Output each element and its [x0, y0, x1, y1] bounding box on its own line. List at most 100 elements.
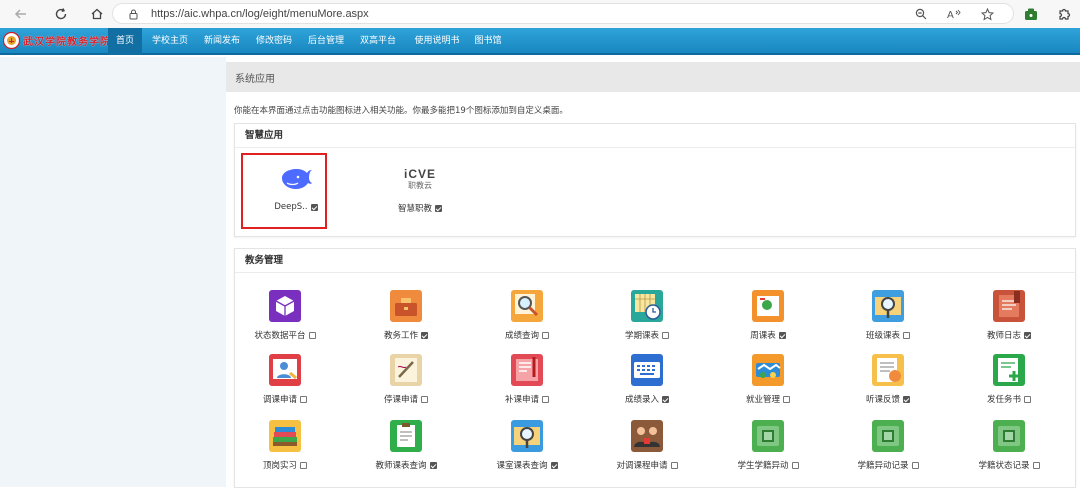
icve-logo-subtext: 职教云 — [408, 180, 432, 190]
status-folder-icon[interactable] — [992, 419, 1026, 453]
browser-toolbar: https://aic.whpa.cn/log/eight/menuMore.a… — [0, 0, 1080, 28]
add-to-desktop-checkbox[interactable] — [911, 461, 919, 469]
tile-person-swap[interactable]: 调课申请 — [240, 353, 330, 405]
tile-label: 停课申请 — [383, 395, 418, 405]
keyboard-icon[interactable] — [630, 353, 664, 387]
nav-change-password[interactable]: 修改密码 — [252, 28, 296, 55]
tile-calendar-clock[interactable]: 学期课表 — [602, 289, 692, 341]
add-to-desktop-checkbox[interactable] — [783, 395, 790, 403]
person-swap-icon[interactable] — [268, 353, 302, 387]
nav-double-high-platform[interactable]: 双高平台 — [356, 28, 400, 55]
add-to-desktop-checkbox[interactable] — [421, 331, 428, 339]
add-to-desktop-checkbox[interactable] — [670, 461, 678, 469]
cube-icon[interactable] — [268, 289, 302, 323]
school-logo[interactable]: 武汉学院教务学院 — [3, 32, 111, 49]
add-to-desktop-checkbox[interactable] — [435, 204, 442, 212]
nav-news-release[interactable]: 新闻发布 — [200, 28, 244, 55]
magnifier-icon[interactable] — [510, 289, 544, 323]
feedback-doc-icon[interactable] — [871, 353, 905, 387]
refresh-icon — [55, 8, 67, 20]
favorite-star-icon[interactable] — [979, 6, 995, 22]
extensions-puzzle-icon[interactable] — [1054, 4, 1074, 24]
nav-library[interactable]: 图书馆 — [470, 28, 506, 55]
tile-label: 状态数据平台 — [254, 331, 306, 341]
add-to-desktop-checkbox[interactable] — [903, 331, 910, 339]
tile-week-schedule[interactable]: 周课表 — [723, 289, 813, 341]
tile-journal[interactable]: 教师日志 — [964, 289, 1054, 341]
tile-feedback-doc[interactable]: 听课反馈 — [843, 353, 933, 405]
add-to-desktop-checkbox[interactable] — [1032, 461, 1040, 469]
tile-label: 智慧职教 — [397, 204, 432, 214]
tile-student-folder[interactable]: 学生学籍异动 — [723, 419, 813, 471]
student-folder-icon[interactable] — [751, 419, 785, 453]
handshake-icon[interactable] — [751, 353, 785, 387]
add-to-desktop-checkbox[interactable] — [791, 461, 799, 469]
record-folder-icon[interactable] — [871, 419, 905, 453]
add-to-desktop-checkbox[interactable] — [308, 331, 316, 339]
add-to-desktop-checkbox[interactable] — [300, 395, 307, 403]
doc-plus-icon[interactable] — [992, 353, 1026, 387]
add-to-desktop-checkbox[interactable] — [550, 461, 558, 469]
tile-pen-paper[interactable]: 停课申请 — [361, 353, 451, 405]
tile-status-folder[interactable]: 学籍状态记录 — [964, 419, 1054, 471]
add-to-desktop-checkbox[interactable] — [421, 395, 428, 403]
add-to-desktop-checkbox[interactable] — [300, 461, 307, 469]
main-content: 系统应用 你能在本界面通过点击功能图标进入相关功能。你最多能把19个图标添加到自… — [226, 57, 1080, 488]
tile-people-swap[interactable]: 对调课程申请 — [602, 419, 692, 471]
tile-magnifier[interactable]: 成绩查询 — [482, 289, 572, 341]
nav-user-manual[interactable]: 使用说明书 — [410, 28, 464, 55]
highlight-annotation-box — [241, 153, 327, 229]
smart-apps-header: 智慧应用 — [235, 124, 1075, 148]
back-button[interactable] — [9, 2, 33, 26]
book-red-icon[interactable] — [510, 353, 544, 387]
add-to-desktop-checkbox[interactable] — [903, 395, 910, 403]
nav-school-homepage[interactable]: 学校主页 — [148, 28, 192, 55]
add-to-desktop-checkbox[interactable] — [1024, 331, 1031, 339]
tile-search-map[interactable]: 班级课表 — [843, 289, 933, 341]
refresh-button[interactable] — [49, 2, 73, 26]
icve-logo-icon[interactable]: iCVE 职教云 — [398, 162, 442, 196]
people-swap-icon[interactable] — [630, 419, 664, 453]
pen-paper-icon[interactable] — [389, 353, 423, 387]
add-to-desktop-checkbox[interactable] — [778, 331, 786, 339]
smart-apps-panel: 智慧应用 DeepS.. iCVE 职教云 智慧职教 — [234, 123, 1076, 237]
add-to-desktop-checkbox[interactable] — [542, 331, 549, 339]
tile-record-folder[interactable]: 学籍异动记录 — [843, 419, 933, 471]
app-navigation-bar: 武汉学院教务学院 首页 学校主页 新闻发布 修改密码 后台管理 双高平台 使用说… — [0, 28, 1080, 55]
read-aloud-icon[interactable]: A — [946, 6, 962, 22]
tile-smart-vocational-edu[interactable]: iCVE 职教云 智慧职教 — [375, 162, 465, 214]
tile-cube[interactable]: 状态数据平台 — [240, 289, 330, 341]
tile-keyboard[interactable]: 成绩录入 — [602, 353, 692, 405]
site-info-icon[interactable] — [125, 6, 141, 22]
tile-doc-plus[interactable]: 发任务书 — [964, 353, 1054, 405]
calendar-clock-icon[interactable] — [630, 289, 664, 323]
tile-handshake[interactable]: 就业管理 — [723, 353, 813, 405]
tile-books-stack[interactable]: 顶岗实习 — [240, 419, 330, 471]
room-search-icon[interactable] — [510, 419, 544, 453]
nav-home[interactable]: 首页 — [108, 28, 142, 55]
home-button[interactable] — [85, 2, 109, 26]
tile-book-red[interactable]: 补课申请 — [482, 353, 572, 405]
tile-label: 听课反馈 — [865, 395, 900, 405]
add-to-desktop-checkbox[interactable] — [662, 331, 669, 339]
add-to-desktop-checkbox[interactable] — [1024, 395, 1031, 403]
icve-logo-text: iCVE — [403, 166, 436, 181]
tile-clipboard[interactable]: 教师课表查询 — [361, 419, 451, 471]
add-to-desktop-checkbox[interactable] — [429, 461, 437, 469]
toolbox-icon[interactable] — [389, 289, 423, 323]
search-map-icon[interactable] — [871, 289, 905, 323]
week-schedule-icon[interactable] — [751, 289, 785, 323]
tile-label: 就业管理 — [745, 395, 780, 405]
address-bar[interactable]: https://aic.whpa.cn/log/eight/menuMore.a… — [112, 3, 1014, 24]
nav-admin[interactable]: 后台管理 — [304, 28, 348, 55]
add-to-desktop-checkbox[interactable] — [662, 395, 669, 403]
books-stack-icon[interactable] — [268, 419, 302, 453]
journal-icon[interactable] — [992, 289, 1026, 323]
zoom-icon[interactable] — [913, 6, 929, 22]
extension-wallet-icon[interactable] — [1021, 4, 1041, 24]
tile-room-search[interactable]: 课室课表查询 — [482, 419, 572, 471]
clipboard-icon[interactable] — [389, 419, 423, 453]
add-to-desktop-checkbox[interactable] — [542, 395, 549, 403]
tile-toolbox[interactable]: 教务工作 — [361, 289, 451, 341]
left-sidebar — [0, 57, 226, 487]
